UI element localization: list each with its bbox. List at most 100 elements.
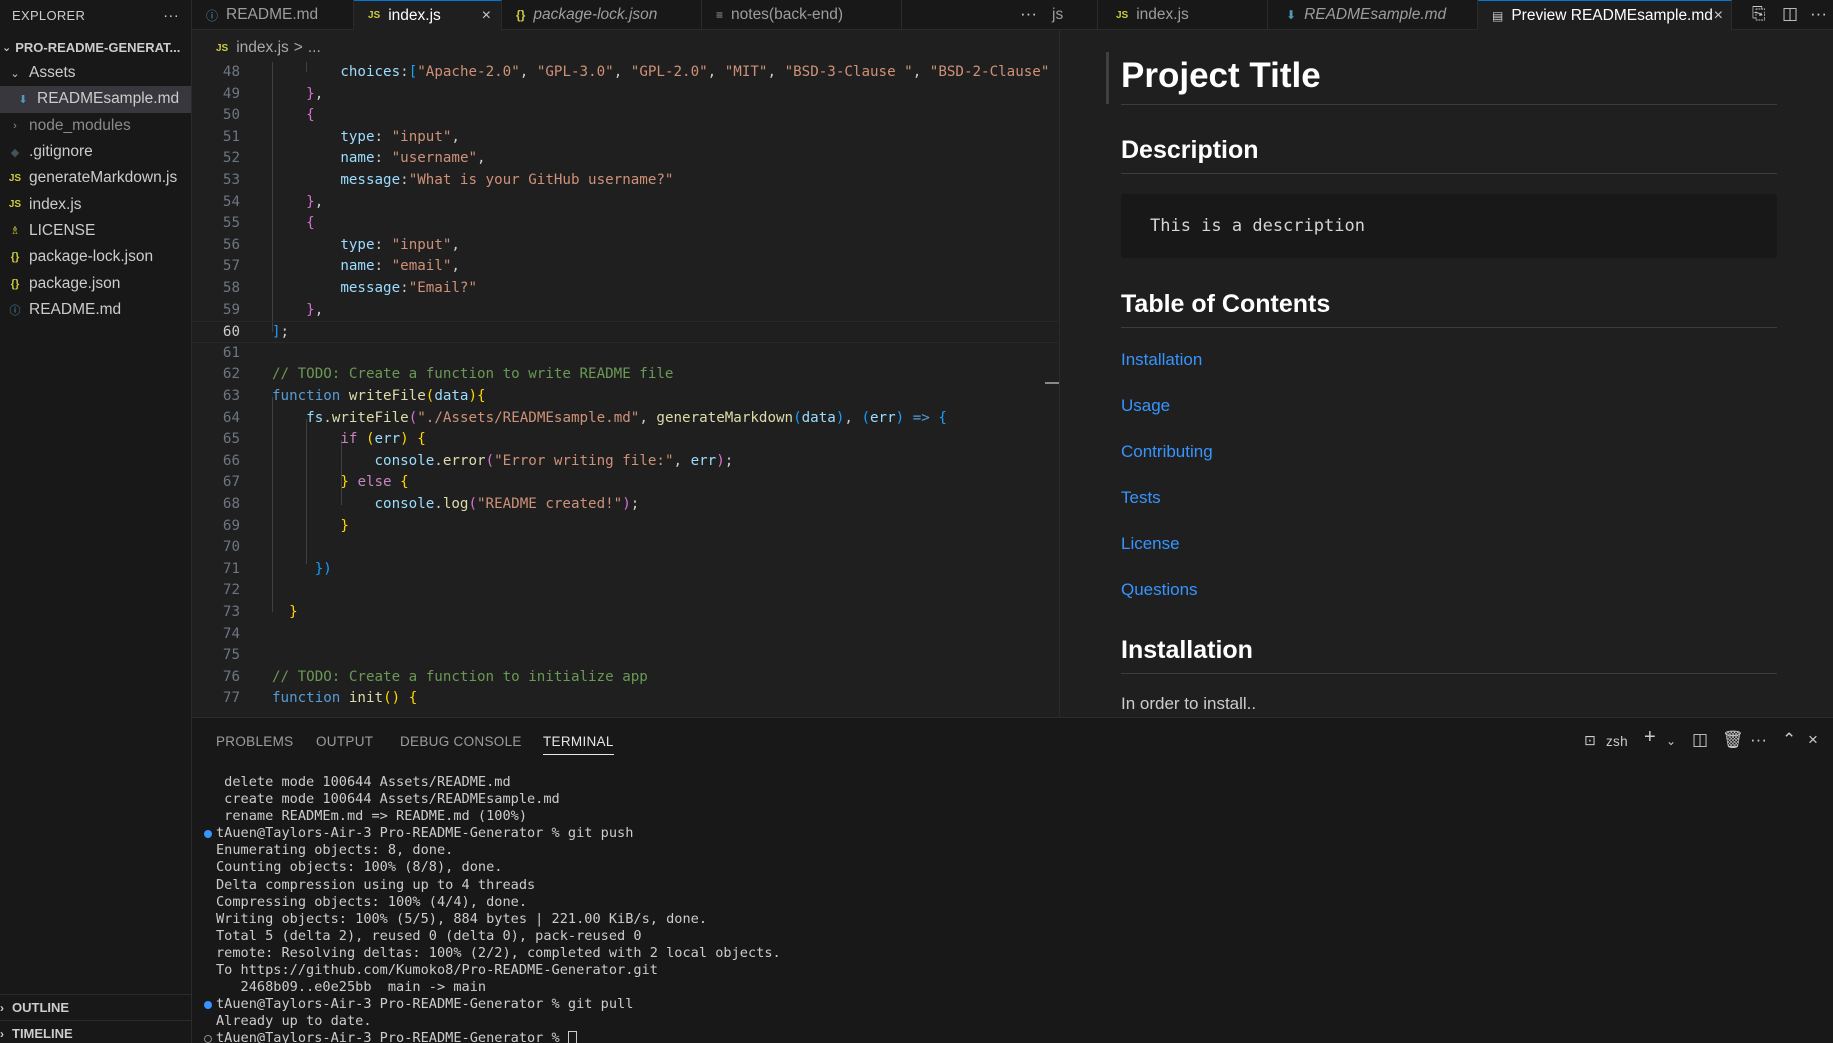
breadcrumb[interactable]: JS index.js > ... [192,36,321,60]
tab-notes[interactable]: ≡ notes(back-end) [702,0,902,30]
code-line: 74 [192,624,1058,646]
terminal-cursor [567,1031,577,1043]
toc-link-tests[interactable]: Tests [1121,488,1161,508]
terminal-line: tAuen@Taylors-Air-3 Pro-README-Generator… [204,996,1816,1013]
tab-preview-readmesample[interactable]: ▤ Preview READMEsample.md × [1478,0,1732,30]
code-line: 56 type: "input", [192,235,1058,257]
shell-name[interactable]: zsh [1606,734,1628,749]
open-source-icon[interactable]: ⎘ [1752,4,1766,24]
tree-item-label: README.md [29,300,122,318]
command-success-icon[interactable] [204,830,212,839]
more-actions-icon[interactable]: ··· [1810,4,1827,24]
tab-index-js[interactable]: JS index.js × [354,0,502,30]
line-number: 51 [222,128,240,145]
tab-label: READMEsample.md [1304,6,1447,23]
line-number: 61 [222,344,240,361]
tree-item-license[interactable]: ♗ LICENSE [0,218,191,244]
line-number: 57 [222,258,240,275]
tab-label: index.js [388,6,441,24]
toc-link-usage[interactable]: Usage [1121,396,1170,416]
tab-debug-console[interactable]: DEBUG CONSOLE [400,734,522,749]
breadcrumb-file[interactable]: index.js [236,39,289,57]
line-number: 76 [222,668,240,685]
line-number: 68 [222,496,240,512]
more-actions-icon[interactable]: ··· [1750,730,1767,750]
tree-item-label: .gitignore [29,143,93,161]
breadcrumb-symbol[interactable]: ... [308,39,321,57]
more-actions-icon[interactable]: ··· [163,7,179,24]
tree-item-node-modules[interactable]: › node_modules [0,113,191,139]
license-icon: ♗ [10,225,20,238]
tab-readmesample[interactable]: ⬇ READMEsample.md [1268,0,1478,30]
tree-item-gitignore[interactable]: ◆ .gitignore [0,139,191,165]
tab-index-js-2[interactable]: JS index.js [1098,0,1268,30]
split-editor-icon[interactable]: ◫ [1782,4,1798,24]
terminal-line: To https://github.com/Kumoko8/Pro-README… [216,962,658,979]
tree-item-assets[interactable]: ⌄ Assets [0,60,191,86]
code-line: 58 message:"Email?" [192,278,1058,300]
code-line: 53 message:"What is your GitHub username… [192,170,1058,192]
info-icon: ⓘ [206,8,219,23]
maximize-panel-icon[interactable]: ⌃ [1782,730,1796,750]
tab-problems[interactable]: PROBLEMS [216,734,293,749]
toc-link-installation[interactable]: Installation [1121,350,1202,370]
more-actions-icon[interactable]: ··· [1020,4,1037,24]
code-line: 51 type: "input", [192,127,1058,149]
code-line: 67 } else { [192,472,1058,494]
terminal-icon[interactable]: ⊡ [1584,732,1596,749]
terminal-line: Compressing objects: 100% (4/4), done. [216,893,527,910]
text-icon: ≡ [716,8,724,22]
line-number: 53 [222,172,240,188]
trash-icon[interactable]: 🗑 [1722,730,1744,750]
chevron-down-icon[interactable]: ⌄ [1666,734,1676,748]
tree-item-package-lock[interactable]: {} package-lock.json [0,244,191,270]
terminal-output[interactable]: delete mode 100644 Assets/README.md crea… [204,774,1816,1043]
close-icon[interactable]: × [1714,7,1723,25]
tab-readme[interactable]: ⓘ README.md [192,0,354,30]
chevron-right-icon: › [13,119,17,132]
tree-item-generatemarkdown[interactable]: JS generateMarkdown.js [0,165,191,191]
json-icon: {} [516,8,526,22]
tree-item-readme[interactable]: ⓘ README.md [0,297,191,323]
preview-heading-description: Description [1121,136,1259,164]
close-icon[interactable]: × [1808,730,1818,750]
toc-link-contributing[interactable]: Contributing [1121,442,1213,462]
terminal-prompt: tAuen@Taylors-Air-3 Pro-README-Generator… [216,1030,568,1043]
split-terminal-icon[interactable]: ◫ [1692,730,1708,750]
terminal-line: Writing objects: 100% (5/5), 884 bytes |… [216,910,708,927]
code-block: This is a description [1121,194,1777,258]
add-terminal-icon[interactable]: + [1644,726,1656,749]
code-editor[interactable]: 48 choices:["Apache-2.0", "GPL-3.0", "GP… [192,62,1058,717]
markdown-icon: ⬇ [1286,8,1297,22]
command-pending-icon[interactable] [204,1035,212,1043]
tab-label: notes(back-end) [731,6,844,23]
line-number: 62 [222,366,240,383]
tab-js[interactable]: js [1048,0,1098,30]
tree-item-readmesample[interactable]: ⬇ READMEsample.md [0,86,191,113]
project-folder[interactable]: ⌄ PRO-README-GENERAT... [0,34,191,60]
tree-item-index-js[interactable]: JS index.js [0,191,191,217]
preview-scroll-indicator [1106,52,1109,104]
close-icon[interactable]: × [482,7,491,25]
timeline-section[interactable]: › TIMELINE [0,1020,192,1043]
toc-link-license[interactable]: License [1121,534,1180,554]
code-line: 63 function writeFile(data){ [192,386,1058,408]
markdown-preview: Project Title Description This is a desc… [1059,30,1833,717]
code-line: 76// TODO: Create a function to initiali… [192,667,1058,689]
toc-link-questions[interactable]: Questions [1121,580,1198,600]
bottom-panel: PROBLEMS OUTPUT DEBUG CONSOLE TERMINAL ⊡… [192,717,1833,1043]
tree-item-package-json[interactable]: {} package.json [0,270,191,296]
terminal-line: Already up to date. [216,1013,372,1030]
divider [1121,173,1777,174]
tree-item-label: package.json [29,274,121,292]
outline-section[interactable]: › OUTLINE [0,994,192,1020]
line-number: 52 [222,150,240,167]
tab-terminal[interactable]: TERMINAL [543,734,614,755]
command-success-icon[interactable] [204,1001,212,1010]
js-icon: JS [8,172,22,184]
line-number: 60 [222,324,240,341]
json-icon: {} [10,277,20,290]
tab-label: js [1052,6,1064,23]
tab-output[interactable]: OUTPUT [316,734,373,749]
tab-package-lock[interactable]: {} package-lock.json [502,0,702,30]
